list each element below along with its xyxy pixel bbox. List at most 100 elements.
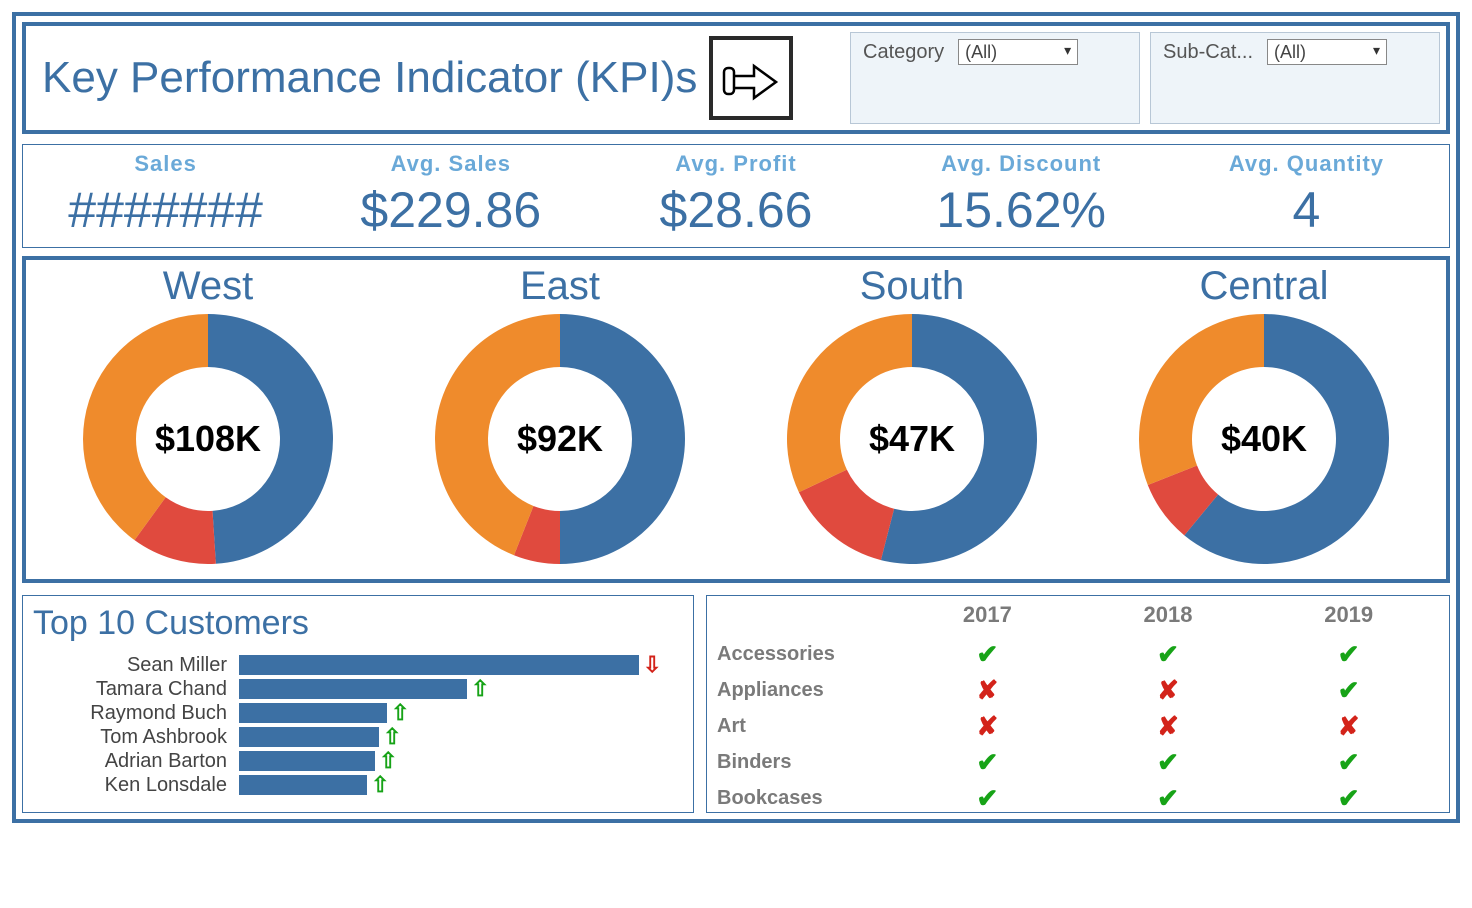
kpi-avg-sales-value: $229.86	[308, 181, 593, 239]
customer-name: Adrian Barton	[33, 750, 233, 773]
donut-center-value: $40K	[1221, 418, 1307, 460]
donut-center-value: $108K	[155, 418, 261, 460]
filter-subcategory-label: Sub-Cat...	[1163, 39, 1253, 64]
bar-track: ⇧	[239, 748, 683, 774]
bar-fill	[239, 751, 375, 771]
matrix-row-label: Art	[717, 715, 897, 738]
matrix-tick-icon: ✔	[1258, 783, 1439, 814]
kpi-avg-sales: Avg. Sales $229.86	[308, 151, 593, 239]
filter-subcategory: Sub-Cat... (All)	[1150, 32, 1440, 124]
filter-category: Category (All)	[850, 32, 1140, 124]
header-bar: Key Performance Indicator (KPI)s Categor…	[22, 22, 1450, 134]
matrix-tick-icon: ✔	[1258, 675, 1439, 706]
matrix-tick-icon: ✔	[1078, 783, 1259, 814]
region-donut-east[interactable]: East $92K	[384, 264, 736, 569]
region-donut-west[interactable]: West $108K	[32, 264, 384, 569]
customer-bar-row[interactable]: Tom Ashbrook ⇧	[33, 725, 683, 749]
matrix-year-2018: 2018	[1078, 598, 1259, 636]
bottom-row: Top 10 Customers Sean Miller ⇩ Tamara Ch…	[22, 595, 1450, 813]
kpi-strip: Sales ####### Avg. Sales $229.86 Avg. Pr…	[22, 144, 1450, 248]
kpi-sales-value: #######	[23, 181, 308, 239]
matrix-year-2017: 2017	[897, 598, 1078, 636]
matrix-row-label: Appliances	[717, 679, 897, 702]
matrix-row: Bookcases✔✔✔	[717, 780, 1439, 813]
customer-bar-row[interactable]: Adrian Barton ⇧	[33, 749, 683, 773]
customer-bar-row[interactable]: Raymond Buch ⇧	[33, 701, 683, 725]
donut-center-value: $47K	[869, 418, 955, 460]
matrix-row: Accessories✔✔✔	[717, 636, 1439, 672]
region-title: West	[32, 264, 384, 309]
filter-subcategory-value: (All)	[1274, 42, 1306, 63]
bar-fill	[239, 703, 387, 723]
kpi-avg-discount-label: Avg. Discount	[879, 151, 1164, 177]
donut-chart: $108K	[78, 309, 338, 569]
region-title: South	[736, 264, 1088, 309]
matrix-tick-icon: ✔	[1078, 639, 1259, 670]
kpi-avg-profit-value: $28.66	[593, 181, 878, 239]
region-title: East	[384, 264, 736, 309]
bar-track: ⇧	[239, 724, 683, 750]
kpi-avg-discount: Avg. Discount 15.62%	[879, 151, 1164, 239]
top-customers-panel: Top 10 Customers Sean Miller ⇩ Tamara Ch…	[22, 595, 694, 813]
donut-chart: $47K	[782, 309, 1042, 569]
matrix-cross-icon: ✘	[897, 711, 1078, 742]
customer-bar-row[interactable]: Sean Miller ⇩	[33, 653, 683, 677]
region-donut-row: West $108K East $92K South $47K Central …	[22, 256, 1450, 583]
page-title: Key Performance Indicator (KPI)s	[42, 53, 697, 103]
matrix-header: 2017 2018 2019	[717, 598, 1439, 636]
matrix-row: Art✘✘✘	[717, 708, 1439, 744]
matrix-row-label: Binders	[717, 751, 897, 774]
kpi-avg-quantity-value: 4	[1164, 181, 1449, 239]
kpi-sales-label: Sales	[23, 151, 308, 177]
matrix-tick-icon: ✔	[897, 783, 1078, 814]
customer-bar-row[interactable]: Tamara Chand ⇧	[33, 677, 683, 701]
filter-subcategory-select[interactable]: (All)	[1267, 39, 1387, 65]
kpi-sales: Sales #######	[23, 151, 308, 239]
trend-up-icon: ⇧	[383, 724, 401, 750]
bar-fill	[239, 679, 467, 699]
customer-bar-row[interactable]: Ken Lonsdale ⇧	[33, 773, 683, 797]
dashboard-frame: Key Performance Indicator (KPI)s Categor…	[12, 12, 1460, 823]
top-customers-bars: Sean Miller ⇩ Tamara Chand ⇧ Raymond Buc…	[33, 653, 683, 797]
matrix-row: Appliances✘✘✔	[717, 672, 1439, 708]
bar-track: ⇩	[239, 652, 683, 678]
top-customers-title: Top 10 Customers	[33, 604, 683, 643]
region-donut-south[interactable]: South $47K	[736, 264, 1088, 569]
region-donut-central[interactable]: Central $40K	[1088, 264, 1440, 569]
matrix-row: Binders✔✔✔	[717, 744, 1439, 780]
matrix-cross-icon: ✘	[1258, 711, 1439, 742]
filter-category-select[interactable]: (All)	[958, 39, 1078, 65]
kpi-avg-discount-value: 15.62%	[879, 181, 1164, 239]
kpi-avg-quantity-label: Avg. Quantity	[1164, 151, 1449, 177]
matrix-header-spacer	[717, 598, 897, 636]
customer-name: Tamara Chand	[33, 678, 233, 701]
customer-name: Raymond Buch	[33, 702, 233, 725]
customer-name: Tom Ashbrook	[33, 726, 233, 749]
matrix-cross-icon: ✘	[1078, 675, 1259, 706]
matrix-tick-icon: ✔	[1258, 747, 1439, 778]
matrix-cross-icon: ✘	[897, 675, 1078, 706]
donut-chart: $92K	[430, 309, 690, 569]
customer-name: Sean Miller	[33, 654, 233, 677]
trend-up-icon: ⇧	[391, 700, 409, 726]
matrix-tick-icon: ✔	[1078, 747, 1259, 778]
donut-chart: $40K	[1134, 309, 1394, 569]
bar-track: ⇧	[239, 700, 683, 726]
matrix-year-2019: 2019	[1258, 598, 1439, 636]
matrix-row-label: Accessories	[717, 643, 897, 666]
matrix-tick-icon: ✔	[1258, 639, 1439, 670]
matrix-cross-icon: ✘	[1078, 711, 1259, 742]
customer-name: Ken Lonsdale	[33, 774, 233, 797]
filter-category-value: (All)	[965, 42, 997, 63]
pointer-hand-icon[interactable]	[709, 36, 793, 120]
matrix-tick-icon: ✔	[897, 639, 1078, 670]
kpi-avg-sales-label: Avg. Sales	[308, 151, 593, 177]
bar-track: ⇧	[239, 772, 683, 798]
trend-up-icon: ⇧	[379, 748, 397, 774]
matrix-tick-icon: ✔	[897, 747, 1078, 778]
trend-up-icon: ⇧	[371, 772, 389, 798]
category-year-matrix: 2017 2018 2019 Accessories✔✔✔Appliances✘…	[706, 595, 1450, 813]
kpi-avg-profit-label: Avg. Profit	[593, 151, 878, 177]
kpi-avg-profit: Avg. Profit $28.66	[593, 151, 878, 239]
trend-up-icon: ⇧	[471, 676, 489, 702]
